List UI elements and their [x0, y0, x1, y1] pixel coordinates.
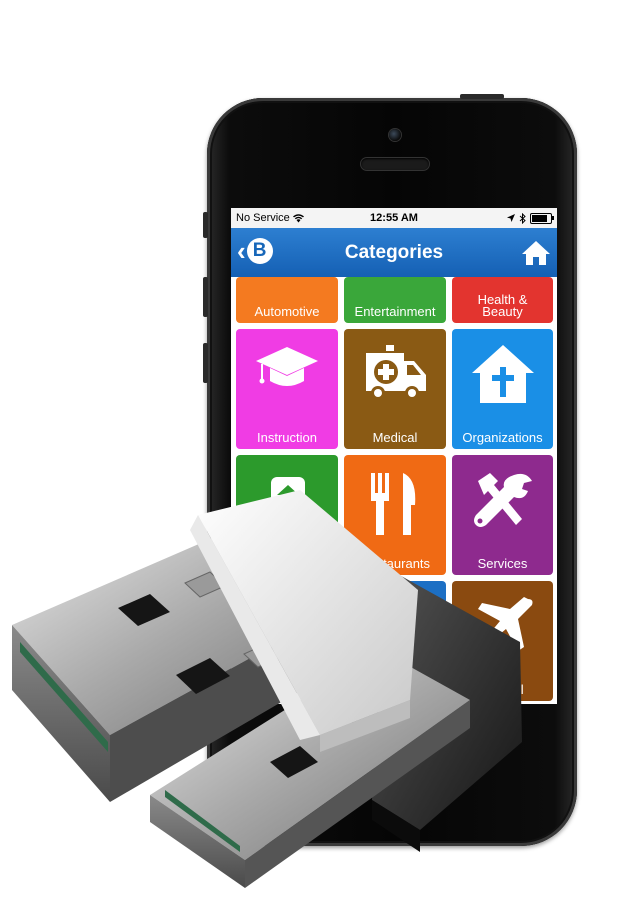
usb-dongles-image [12, 490, 522, 888]
